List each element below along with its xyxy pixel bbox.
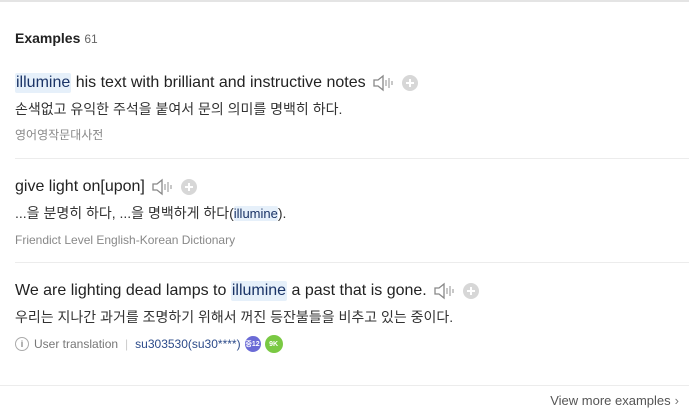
divider: [15, 158, 689, 159]
user-level-badge: 중12: [244, 336, 261, 352]
keyword-highlight: illumine: [233, 206, 278, 221]
speaker-icon[interactable]: [372, 74, 394, 92]
view-more-label: View more examples: [550, 393, 671, 408]
example-item: illumine his text with brilliant and ins…: [15, 73, 689, 142]
examples-footer: View more examples ›: [0, 385, 689, 415]
chevron-right-icon: ›: [674, 393, 679, 408]
example-translation: ...을 분명히 하다, ...을 명백하게 하다(illumine).: [15, 204, 689, 223]
translation-text: ...을 분명히 하다, ...을 명백하게 하다(: [15, 205, 234, 221]
sentence-text: a past that is gone.: [287, 282, 427, 299]
separator: |: [125, 337, 129, 351]
divider: [15, 262, 689, 263]
keyword-highlight: illumine: [15, 73, 72, 93]
view-more-examples-link[interactable]: View more examples ›: [550, 393, 679, 408]
add-to-wordbook-plus-icon[interactable]: [462, 283, 479, 299]
example-source[interactable]: Friendict Level English-Korean Dictionar…: [15, 233, 689, 247]
examples-panel: Examples 61 illumine his text with brill…: [0, 0, 689, 415]
section-title: Examples: [15, 30, 81, 46]
user-points-badge: 9K: [264, 335, 283, 353]
add-to-wordbook-plus-icon[interactable]: [401, 75, 418, 91]
speaker-icon[interactable]: [151, 178, 173, 196]
example-source[interactable]: 영어영작문대사전: [15, 128, 689, 142]
top-divider: [0, 0, 689, 2]
example-sentence: We are lighting dead lamps to illumine a…: [15, 281, 689, 301]
user-translation-row: i User translation | su303530(su30****) …: [15, 335, 689, 353]
example-translation: 손색없고 유익한 주석을 붙여서 문의 의미를 명백히 하다.: [15, 101, 343, 117]
example-item: We are lighting dead lamps to illumine a…: [15, 281, 689, 353]
user-name-link[interactable]: su303530(su30****): [135, 337, 240, 351]
example-sentence: illumine his text with brilliant and ins…: [15, 73, 689, 93]
example-translation: 우리는 지나간 과거를 조명하기 위해서 꺼진 등잔불들을 비추고 있는 중이다…: [15, 309, 454, 325]
example-item: give light on[upon] ...을 분명히 하다, ...을 명백…: [15, 177, 689, 247]
sentence-text: give light on[upon]: [15, 178, 145, 195]
section-header: Examples 61: [15, 30, 98, 46]
add-to-wordbook-plus-icon[interactable]: [180, 179, 197, 195]
sentence-text: his text with brilliant and instructive …: [71, 74, 366, 91]
speaker-icon[interactable]: [433, 282, 455, 300]
example-sentence: give light on[upon]: [15, 177, 689, 197]
example-count: 61: [84, 32, 98, 46]
translation-text: ).: [277, 205, 287, 221]
user-translation-label: User translation: [34, 337, 119, 351]
sentence-text: We are lighting dead lamps to: [15, 282, 231, 299]
info-icon[interactable]: i: [15, 337, 29, 351]
keyword-highlight: illumine: [230, 281, 288, 301]
